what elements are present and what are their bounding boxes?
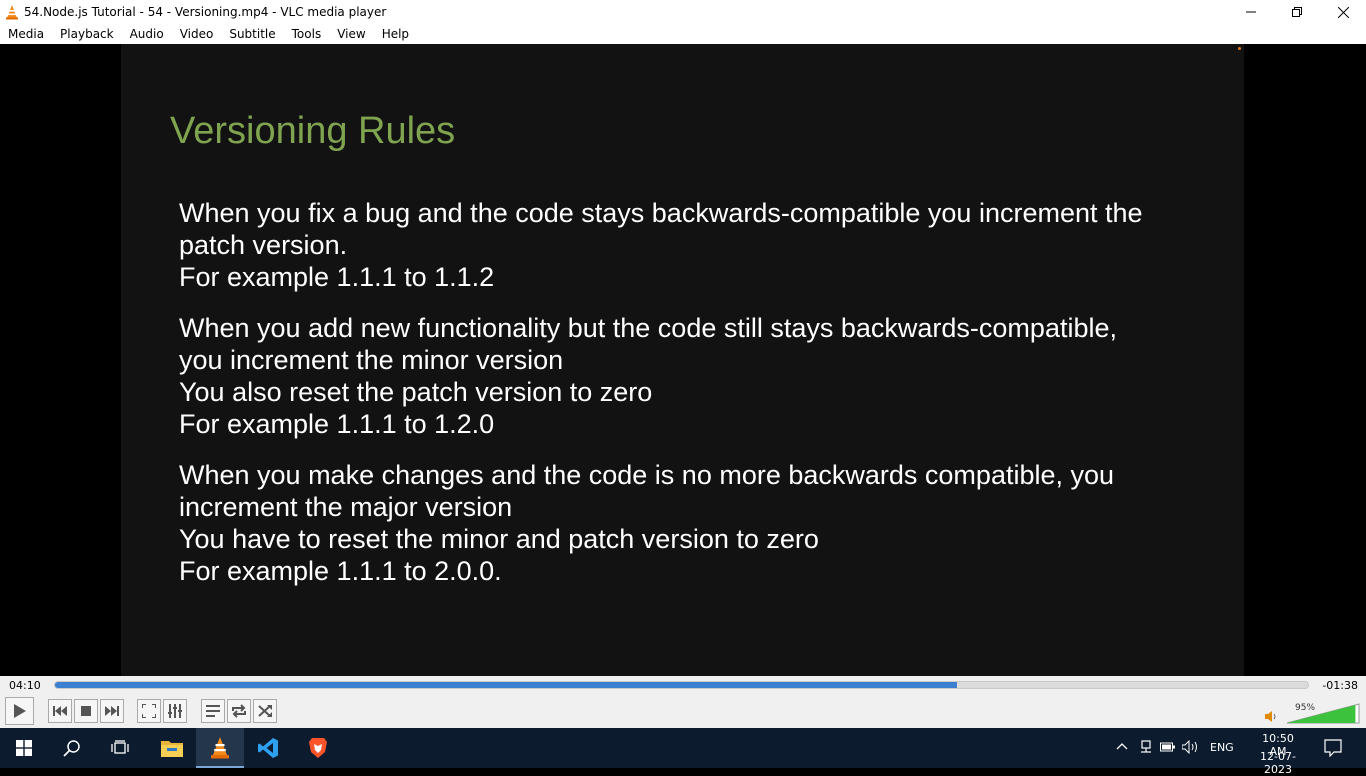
- remaining-time[interactable]: -01:38: [1322, 679, 1358, 692]
- start-button[interactable]: [0, 728, 48, 768]
- slide-line: You have to reset the minor and patch ve…: [179, 524, 819, 554]
- volume-control[interactable]: [1265, 701, 1361, 725]
- playlist-icon: [206, 705, 220, 717]
- video-frame: Versioning Rules When you fix a bug and …: [121, 44, 1244, 676]
- menu-help[interactable]: Help: [374, 24, 417, 44]
- menu-view[interactable]: View: [329, 24, 373, 44]
- notification-icon[interactable]: [1324, 739, 1342, 757]
- shuffle-button[interactable]: [253, 699, 277, 723]
- seek-bar[interactable]: [54, 681, 1309, 689]
- fullscreen-icon: [142, 704, 156, 718]
- fullscreen-button[interactable]: [137, 699, 161, 723]
- slide-line: increment the major version: [179, 492, 513, 522]
- menu-bar: Media Playback Audio Video Subtitle Tool…: [0, 24, 1366, 44]
- vscode-taskbar-button[interactable]: [244, 728, 292, 768]
- slide-line: you increment the minor version: [179, 345, 564, 375]
- next-icon: [105, 706, 119, 716]
- search-button[interactable]: [48, 728, 96, 768]
- stop-button[interactable]: [74, 699, 98, 723]
- slide-title: Versioning Rules: [170, 110, 456, 152]
- vlc-taskbar-button[interactable]: [196, 728, 244, 768]
- brave-icon: [309, 738, 327, 758]
- slide-line: You also reset the patch version to zero: [179, 377, 653, 407]
- restore-button[interactable]: [1274, 0, 1320, 24]
- chevron-up-icon[interactable]: [1116, 742, 1128, 750]
- slide-line: patch version.: [179, 230, 348, 260]
- elapsed-time: 04:10: [9, 679, 41, 692]
- slide-paragraph-patch: When you fix a bug and the code stays ba…: [179, 197, 1143, 293]
- slide-line: When you add new functionality but the c…: [179, 313, 1117, 343]
- slide-paragraph-minor: When you add new functionality but the c…: [179, 312, 1117, 440]
- cursor-dot: [1238, 47, 1241, 50]
- stop-icon: [81, 706, 91, 716]
- language-indicator[interactable]: ENG: [1210, 741, 1234, 754]
- speaker-tray-icon[interactable]: [1182, 740, 1200, 754]
- menu-audio[interactable]: Audio: [122, 24, 172, 44]
- play-icon: [13, 704, 26, 718]
- menu-subtitle[interactable]: Subtitle: [221, 24, 283, 44]
- windows-start-icon: [16, 740, 32, 756]
- menu-playback[interactable]: Playback: [52, 24, 122, 44]
- vlc-cone-icon: [4, 4, 20, 20]
- equalizer-icon: [168, 704, 182, 718]
- previous-button[interactable]: [48, 699, 72, 723]
- slide-line: When you fix a bug and the code stays ba…: [179, 198, 1143, 228]
- menu-video[interactable]: Video: [172, 24, 222, 44]
- slide-line: When you make changes and the code is no…: [179, 460, 1115, 490]
- file-explorer-button[interactable]: [148, 728, 196, 768]
- battery-icon[interactable]: [1160, 741, 1176, 753]
- video-area[interactable]: Versioning Rules When you fix a bug and …: [0, 44, 1366, 676]
- task-view-button[interactable]: [96, 728, 144, 768]
- menu-tools[interactable]: Tools: [284, 24, 330, 44]
- slide-paragraph-major: When you make changes and the code is no…: [179, 459, 1114, 587]
- file-explorer-icon: [161, 741, 183, 757]
- extended-settings-button[interactable]: [163, 699, 187, 723]
- clock-date[interactable]: 12-07-2023: [1250, 750, 1306, 776]
- vscode-icon: [258, 738, 278, 758]
- next-button[interactable]: [100, 699, 124, 723]
- loop-button[interactable]: [227, 699, 251, 723]
- shuffle-icon: [258, 705, 272, 717]
- taskbar: ENG 10:50 AM 12-07-2023: [0, 728, 1366, 776]
- search-icon: [63, 740, 80, 757]
- slide-line: For example 1.1.1 to 1.2.0: [179, 409, 495, 439]
- vlc-icon: [211, 737, 229, 759]
- playback-controls: 04:10 -01:38 95%: [0, 676, 1366, 728]
- slide-line: For example 1.1.1 to 2.0.0.: [179, 556, 502, 586]
- menu-media[interactable]: Media: [0, 24, 52, 44]
- seek-bar-fill: [55, 682, 958, 688]
- previous-icon: [53, 706, 67, 716]
- slide-line: For example 1.1.1 to 1.1.2: [179, 262, 495, 292]
- loop-icon: [232, 704, 246, 718]
- brave-taskbar-button[interactable]: [294, 728, 342, 768]
- playlist-button[interactable]: [201, 699, 225, 723]
- window-title: 54.Node.js Tutorial - 54 - Versioning.mp…: [24, 5, 387, 19]
- task-view-icon: [111, 740, 129, 754]
- minimize-button[interactable]: [1228, 0, 1274, 24]
- play-button[interactable]: [5, 697, 34, 725]
- title-bar: 54.Node.js Tutorial - 54 - Versioning.mp…: [0, 0, 1366, 24]
- network-icon[interactable]: [1140, 740, 1152, 754]
- speaker-icon: [1265, 711, 1276, 722]
- close-button[interactable]: [1320, 0, 1366, 24]
